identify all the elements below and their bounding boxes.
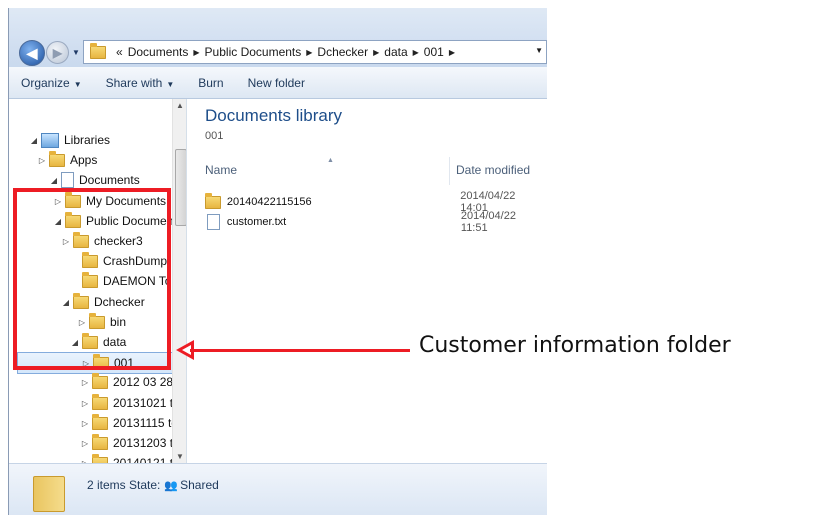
library-icon bbox=[41, 132, 59, 148]
address-field[interactable]: « Documents ▶ Public Documents ▶ Dchecke… bbox=[83, 40, 547, 64]
tree-item-label: Apps bbox=[70, 153, 98, 167]
folder-icon bbox=[92, 413, 108, 430]
breadcrumb-documents[interactable]: Documents bbox=[128, 45, 189, 59]
navigation-scrollbar[interactable]: ▲ ▼ bbox=[172, 99, 186, 463]
column-header-date-modified[interactable]: Date modified bbox=[456, 163, 530, 177]
state-label: State: bbox=[129, 478, 161, 492]
documents-icon bbox=[61, 172, 74, 188]
share-with-label: Share with bbox=[105, 75, 163, 90]
back-arrow-icon: ◀ bbox=[26, 44, 38, 61]
forward-arrow-icon: ▶ bbox=[52, 45, 63, 60]
breadcrumb-overflow[interactable]: « bbox=[116, 45, 123, 59]
scroll-down-icon[interactable]: ▼ bbox=[176, 452, 184, 461]
tree-item[interactable]: ▷ Apps bbox=[37, 150, 97, 170]
collapsed-icon[interactable]: ▷ bbox=[80, 439, 90, 448]
chevron-right-icon[interactable]: ▶ bbox=[306, 48, 312, 57]
new-folder-label: New folder bbox=[247, 75, 305, 90]
folder-icon bbox=[90, 42, 106, 59]
organize-label: Organize bbox=[21, 75, 70, 90]
tree-item[interactable]: ◢ Libraries bbox=[29, 130, 110, 150]
breadcrumb-dchecker[interactable]: Dchecker bbox=[317, 45, 368, 59]
chevron-down-icon[interactable]: ▼ bbox=[535, 46, 543, 55]
column-divider[interactable] bbox=[449, 157, 450, 185]
new-folder-button[interactable]: New folder bbox=[236, 76, 317, 90]
folder-icon bbox=[205, 192, 221, 209]
tree-item-label: Libraries bbox=[64, 133, 111, 147]
callout-arrow bbox=[190, 349, 410, 352]
status-bar: 2 items State: 👥 Shared bbox=[9, 463, 547, 515]
folder-icon bbox=[49, 150, 65, 167]
status-text: 2 items State: 👥 Shared bbox=[87, 478, 219, 492]
forward-button[interactable]: ▶ bbox=[46, 41, 69, 64]
tree-item[interactable]: ◢ Documents bbox=[49, 170, 140, 190]
folder-icon bbox=[92, 433, 108, 450]
burn-label: Burn bbox=[198, 75, 224, 90]
shared-users-icon: 👥 bbox=[164, 480, 179, 492]
callout-text: Customer information folder bbox=[419, 333, 731, 358]
library-title: Documents library bbox=[205, 106, 342, 125]
chevron-right-icon[interactable]: ▶ bbox=[193, 48, 199, 57]
library-subtitle: 001 bbox=[205, 130, 224, 142]
address-bar-area: ◀ ▶ ▼ « Documents ▶ Public Documents ▶ D… bbox=[9, 8, 547, 67]
sort-ascending-icon: ▲ bbox=[327, 157, 334, 164]
tree-item[interactable]: ▷ 20140121 tes bbox=[80, 453, 186, 463]
folder-icon bbox=[33, 476, 65, 512]
file-name: 20140422115156 bbox=[226, 196, 312, 208]
file-row[interactable]: customer.txt 2014/04/22 11:51 bbox=[205, 210, 545, 234]
tree-item[interactable]: ▷ 2012 03 28 N bbox=[80, 372, 185, 392]
tree-item[interactable]: ▷ 20131021 tes bbox=[80, 393, 186, 413]
burn-button[interactable]: Burn bbox=[186, 76, 235, 90]
expanded-icon[interactable]: ◢ bbox=[49, 176, 59, 185]
back-button[interactable]: ◀ bbox=[19, 40, 45, 66]
chevron-right-icon[interactable]: ▶ bbox=[413, 48, 419, 57]
organize-button[interactable]: Organize ▼ bbox=[9, 76, 94, 90]
collapsed-icon[interactable]: ▷ bbox=[80, 419, 90, 428]
column-header-name[interactable]: Name bbox=[205, 163, 237, 177]
share-with-button[interactable]: Share with ▼ bbox=[94, 76, 187, 90]
scroll-up-icon[interactable]: ▲ bbox=[176, 101, 184, 110]
collapsed-icon[interactable]: ▷ bbox=[37, 156, 47, 165]
expanded-icon[interactable]: ◢ bbox=[29, 136, 39, 145]
recent-pages-dropdown-icon[interactable]: ▼ bbox=[72, 48, 80, 57]
command-bar: Organize ▼ Share with ▼ Burn New folder bbox=[9, 67, 547, 99]
scrollbar-thumb[interactable] bbox=[175, 149, 186, 226]
folder-icon bbox=[92, 372, 108, 389]
file-row[interactable]: 20140422115156 2014/04/22 14:01 bbox=[205, 190, 545, 214]
tree-item-label: Documents bbox=[79, 173, 140, 187]
collapsed-icon[interactable]: ▷ bbox=[80, 399, 90, 408]
tree-item[interactable]: ▷ 20131203 tes bbox=[80, 433, 186, 453]
state-value: Shared bbox=[180, 478, 219, 492]
chevron-down-icon: ▼ bbox=[166, 79, 175, 89]
item-count: 2 items bbox=[87, 478, 126, 492]
breadcrumb-001[interactable]: 001 bbox=[424, 45, 444, 59]
collapsed-icon[interactable]: ▷ bbox=[80, 378, 90, 387]
chevron-right-icon[interactable]: ▶ bbox=[449, 48, 455, 57]
file-date: 2014/04/22 11:51 bbox=[460, 210, 516, 234]
highlight-box bbox=[13, 188, 171, 370]
text-file-icon bbox=[207, 214, 220, 230]
tree-item[interactable]: ▷ 20131115 tes bbox=[80, 413, 184, 433]
folder-icon bbox=[92, 393, 108, 410]
breadcrumb-data[interactable]: data bbox=[384, 45, 407, 59]
chevron-down-icon: ▼ bbox=[73, 79, 82, 89]
breadcrumb-public-documents[interactable]: Public Documents bbox=[205, 45, 302, 59]
file-list-pane[interactable]: Documents library 001 ▲ Name Date modifi… bbox=[187, 99, 547, 463]
chevron-right-icon[interactable]: ▶ bbox=[373, 48, 379, 57]
file-name: customer.txt bbox=[226, 216, 287, 228]
